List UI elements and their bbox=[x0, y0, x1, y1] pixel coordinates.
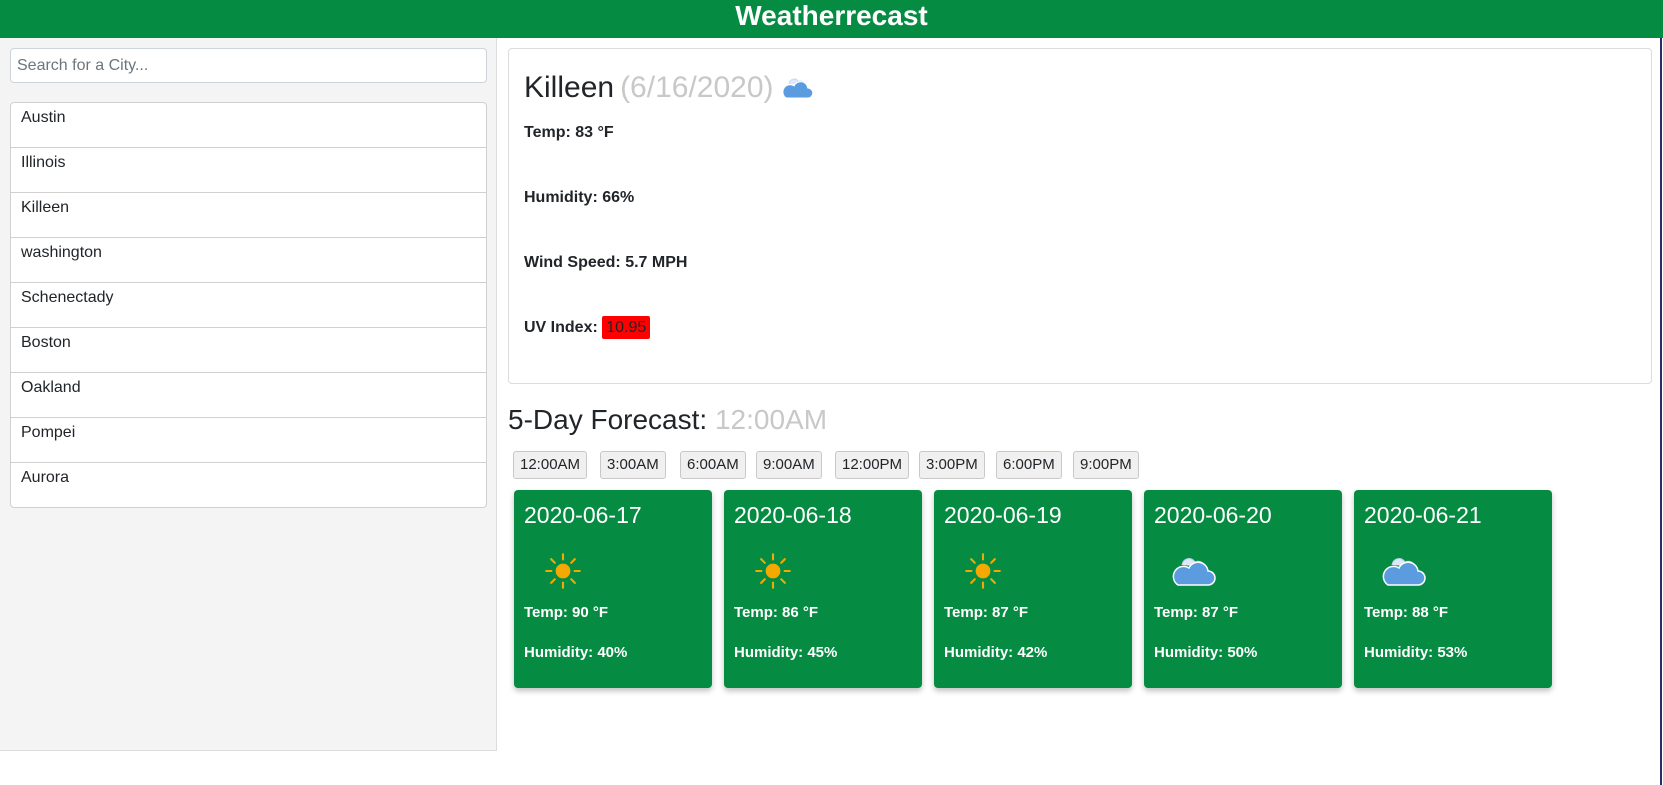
forecast-heading: 5-Day Forecast: 12:00AM bbox=[508, 404, 827, 436]
search-input[interactable] bbox=[10, 48, 487, 83]
time-button-600pm[interactable]: 6:00PM bbox=[996, 451, 1062, 479]
forecast-temp: Temp: 87 °F bbox=[1154, 604, 1239, 621]
forecast-date: 2020-06-21 bbox=[1364, 502, 1482, 528]
forecast-temp: Temp: 87 °F bbox=[944, 604, 1029, 621]
city-item-illinois[interactable]: Illinois bbox=[11, 147, 486, 192]
time-button-900pm[interactable]: 9:00PM bbox=[1073, 451, 1139, 479]
uv-index-badge: 10.95 bbox=[602, 316, 651, 339]
city-item-aurora[interactable]: Aurora bbox=[11, 462, 486, 507]
city-list: Austin Illinois Killeen washington Schen… bbox=[10, 102, 487, 508]
forecast-date: 2020-06-19 bbox=[944, 502, 1062, 528]
city-item-washington[interactable]: washington bbox=[11, 237, 486, 282]
sun-icon bbox=[538, 550, 588, 592]
forecast-date: 2020-06-20 bbox=[1154, 502, 1272, 528]
sun-icon bbox=[748, 550, 798, 592]
forecast-temp: Temp: 90 °F bbox=[524, 604, 609, 621]
current-title: Killeen (6/16/2020) bbox=[524, 71, 774, 105]
forecast-humidity: Humidity: 42% bbox=[944, 644, 1048, 661]
time-button-300am[interactable]: 3:00AM bbox=[600, 451, 666, 479]
forecast-card: 2020-06-17 Temp: 90 °F Humidity: 40% bbox=[514, 490, 712, 688]
time-button-1200am[interactable]: 12:00AM bbox=[513, 451, 588, 479]
current-weather-card: Killeen (6/16/2020) Temp: 83 °F Humidity:… bbox=[508, 48, 1652, 384]
app-title: Weatherrecast bbox=[0, 0, 1663, 38]
current-uv: UV Index: 10.95 bbox=[524, 316, 651, 339]
forecast-temp: Temp: 88 °F bbox=[1364, 604, 1449, 621]
uv-label: UV Index: bbox=[524, 319, 598, 336]
city-item-oakland[interactable]: Oakland bbox=[11, 372, 486, 417]
city-item-austin[interactable]: Austin bbox=[11, 103, 486, 147]
current-city: Killeen bbox=[524, 71, 615, 104]
sun-icon bbox=[958, 550, 1008, 592]
forecast-humidity: Humidity: 50% bbox=[1154, 644, 1258, 661]
forecast-date: 2020-06-18 bbox=[734, 502, 852, 528]
cloud-icon bbox=[779, 71, 815, 105]
forecast-date: 2020-06-17 bbox=[524, 502, 642, 528]
forecast-heading-label: 5-Day Forecast: bbox=[508, 404, 708, 435]
forecast-card: 2020-06-21 Temp: 88 °F Humidity: 53% bbox=[1354, 490, 1552, 688]
time-button-600am[interactable]: 6:00AM bbox=[680, 451, 746, 479]
city-item-schenectady[interactable]: Schenectady bbox=[11, 282, 486, 327]
forecast-card: 2020-06-20 Temp: 87 °F Humidity: 50% bbox=[1144, 490, 1342, 688]
cloud-icon bbox=[1168, 550, 1218, 592]
window-edge bbox=[1660, 38, 1662, 785]
current-wind-speed: Wind Speed: 5.7 MPH bbox=[524, 254, 688, 271]
forecast-humidity: Humidity: 45% bbox=[734, 644, 838, 661]
forecast-humidity: Humidity: 40% bbox=[524, 644, 628, 661]
time-button-300pm[interactable]: 3:00PM bbox=[919, 451, 985, 479]
city-item-killeen[interactable]: Killeen bbox=[11, 192, 486, 237]
city-item-boston[interactable]: Boston bbox=[11, 327, 486, 372]
current-date: (6/16/2020) bbox=[620, 71, 774, 104]
cloud-icon bbox=[1378, 550, 1428, 592]
current-temp: Temp: 83 °F bbox=[524, 124, 614, 141]
current-humidity: Humidity: 66% bbox=[524, 189, 635, 206]
time-button-900am[interactable]: 9:00AM bbox=[756, 451, 822, 479]
time-button-1200pm[interactable]: 12:00PM bbox=[835, 451, 910, 479]
forecast-card: 2020-06-18 Temp: 86 °F Humidity: 45% bbox=[724, 490, 922, 688]
forecast-temp: Temp: 86 °F bbox=[734, 604, 819, 621]
forecast-humidity: Humidity: 53% bbox=[1364, 644, 1468, 661]
sidebar: Austin Illinois Killeen washington Schen… bbox=[0, 38, 497, 751]
city-item-pompei[interactable]: Pompei bbox=[11, 417, 486, 462]
forecast-selected-time: 12:00AM bbox=[714, 404, 828, 435]
forecast-card: 2020-06-19 Temp: 87 °F Humidity: 42% bbox=[934, 490, 1132, 688]
